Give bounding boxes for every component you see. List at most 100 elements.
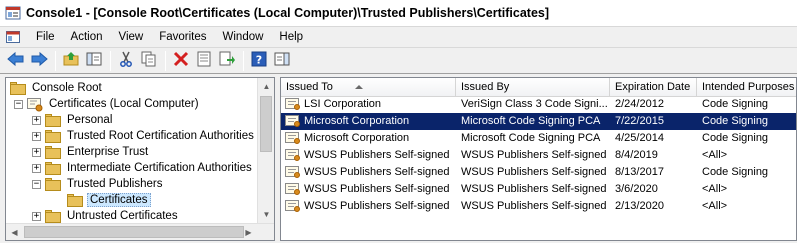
- table-row-selected[interactable]: Microsoft Corporation Microsoft Code Sig…: [281, 113, 796, 130]
- copy-icon: [141, 51, 157, 70]
- export-icon: [219, 51, 235, 70]
- table-row[interactable]: Microsoft Corporation Microsoft Code Sig…: [281, 130, 796, 147]
- folder-icon: [45, 177, 61, 191]
- tree-item-trusted-publishers[interactable]: Trusted Publishers: [45, 176, 164, 192]
- cell-intended-purposes: Code Signing: [702, 166, 769, 178]
- column-header-intended-purposes[interactable]: Intended Purposes: [697, 78, 796, 97]
- cell-intended-purposes: <All>: [702, 149, 728, 161]
- console-tree[interactable]: Console Root − Certificates (Local Compu…: [5, 77, 275, 241]
- cell-issued-by: WSUS Publishers Self-signed: [461, 183, 607, 195]
- up-one-level-button[interactable]: [60, 50, 82, 72]
- back-icon: [7, 51, 25, 70]
- certificate-icon: [285, 166, 301, 179]
- cell-expiration-date: 8/13/2017: [615, 166, 664, 178]
- forward-button[interactable]: [28, 50, 50, 72]
- tree-item-label: Console Root: [32, 82, 102, 94]
- export-list-button[interactable]: [216, 50, 238, 72]
- cell-intended-purposes: Code Signing: [702, 132, 769, 144]
- forward-icon: [30, 51, 48, 70]
- cut-button[interactable]: [115, 50, 137, 72]
- show-hide-tree-icon: [86, 51, 102, 70]
- cell-expiration-date: 2/13/2020: [615, 200, 664, 212]
- tree-item-console-root[interactable]: Console Root: [10, 80, 104, 96]
- certificates-snapin-icon: [27, 97, 43, 111]
- cell-intended-purposes: <All>: [702, 200, 728, 212]
- cell-issued-to: WSUS Publishers Self-signed: [304, 149, 450, 161]
- back-button[interactable]: [5, 50, 27, 72]
- table-row[interactable]: WSUS Publishers Self-signed WSUS Publish…: [281, 198, 796, 215]
- expand-toggle[interactable]: +: [32, 148, 41, 157]
- help-button[interactable]: ?: [248, 50, 270, 72]
- expand-toggle[interactable]: +: [32, 116, 41, 125]
- sort-ascending-icon: [355, 85, 363, 89]
- expand-toggle[interactable]: +: [32, 164, 41, 173]
- toolbar-separator: [165, 50, 166, 71]
- collapse-toggle[interactable]: −: [14, 100, 23, 109]
- tree-item-personal[interactable]: Personal: [45, 112, 114, 128]
- column-label: Intended Purposes: [702, 81, 795, 93]
- delete-button[interactable]: [170, 50, 192, 72]
- toolbar-separator: [110, 50, 111, 71]
- menu-view[interactable]: View: [111, 27, 152, 47]
- view-button[interactable]: [271, 50, 293, 72]
- cell-intended-purposes: Code Signing: [702, 98, 769, 110]
- scroll-left-icon[interactable]: ◀: [6, 224, 23, 240]
- scroll-up-icon[interactable]: ▲: [258, 78, 274, 95]
- tree-item-certificates-local-computer[interactable]: Certificates (Local Computer): [27, 96, 201, 112]
- menu-file[interactable]: File: [28, 27, 63, 47]
- properties-button[interactable]: [193, 50, 215, 72]
- tree-item-intermediate-certification-authorities[interactable]: Intermediate Certification Authorities: [45, 160, 254, 176]
- copy-button[interactable]: [138, 50, 160, 72]
- scroll-thumb[interactable]: [260, 96, 272, 152]
- certificate-icon: [285, 200, 301, 213]
- up-folder-icon: [63, 51, 79, 70]
- cell-issued-by: WSUS Publishers Self-signed: [461, 200, 607, 212]
- menu-action[interactable]: Action: [63, 27, 111, 47]
- table-row[interactable]: WSUS Publishers Self-signed WSUS Publish…: [281, 147, 796, 164]
- column-label: Issued By: [461, 81, 510, 93]
- table-row[interactable]: LSI Corporation VeriSign Class 3 Code Si…: [281, 96, 796, 113]
- cell-expiration-date: 4/25/2014: [615, 132, 664, 144]
- tree-vertical-scrollbar[interactable]: ▲ ▼: [257, 78, 274, 223]
- tree-item-label: Trusted Root Certification Authorities: [67, 130, 254, 142]
- table-row[interactable]: WSUS Publishers Self-signed WSUS Publish…: [281, 164, 796, 181]
- toolbar-separator: [55, 50, 56, 71]
- scroll-right-icon[interactable]: ▶: [240, 224, 257, 240]
- table-row[interactable]: WSUS Publishers Self-signed WSUS Publish…: [281, 181, 796, 198]
- tree-item-untrusted-certificates[interactable]: Untrusted Certificates: [45, 208, 180, 224]
- certificate-list[interactable]: Issued To Issued By Expiration Date Inte…: [280, 77, 797, 241]
- cell-intended-purposes: Code Signing: [702, 115, 769, 127]
- tree-item-label: Intermediate Certification Authorities: [67, 162, 252, 174]
- tree-item-label: Certificates: [87, 193, 151, 207]
- mmc-console-icon[interactable]: [5, 5, 21, 21]
- tree-horizontal-scrollbar[interactable]: ◀ ▶: [6, 223, 274, 240]
- menu-help[interactable]: Help: [271, 27, 311, 47]
- cell-expiration-date: 2/24/2012: [615, 98, 664, 110]
- svg-text:?: ?: [256, 54, 262, 67]
- tree-item-trusted-root-certification-authorities[interactable]: Trusted Root Certification Authorities: [45, 128, 256, 144]
- tree-item-enterprise-trust[interactable]: Enterprise Trust: [45, 144, 150, 160]
- column-header-issued-by[interactable]: Issued By: [456, 78, 610, 97]
- certificate-icon: [285, 115, 301, 128]
- menu-favorites[interactable]: Favorites: [151, 27, 214, 47]
- collapse-toggle[interactable]: −: [32, 180, 41, 189]
- cell-issued-by: Microsoft Code Signing PCA: [461, 115, 601, 127]
- scroll-down-icon[interactable]: ▼: [258, 206, 274, 223]
- certificate-icon: [285, 183, 301, 196]
- toolbar: ?: [0, 47, 797, 74]
- expand-toggle[interactable]: +: [32, 212, 41, 221]
- scroll-thumb[interactable]: [24, 226, 244, 238]
- column-header-issued-to[interactable]: Issued To: [281, 78, 456, 97]
- show-hide-console-tree-button[interactable]: [83, 50, 105, 72]
- menu-window[interactable]: Window: [215, 27, 272, 47]
- column-header-expiration-date[interactable]: Expiration Date: [610, 78, 697, 97]
- folder-icon: [45, 209, 61, 223]
- cell-expiration-date: 8/4/2019: [615, 149, 658, 161]
- folder-icon: [10, 81, 26, 95]
- folder-icon: [45, 145, 61, 159]
- child-window-icon[interactable]: [6, 30, 20, 44]
- tree-item-label: Untrusted Certificates: [67, 210, 178, 222]
- tree-item-certificates[interactable]: Certificates: [67, 192, 151, 208]
- menu-bar: File Action View Favorites Window Help: [0, 27, 797, 47]
- expand-toggle[interactable]: +: [32, 132, 41, 141]
